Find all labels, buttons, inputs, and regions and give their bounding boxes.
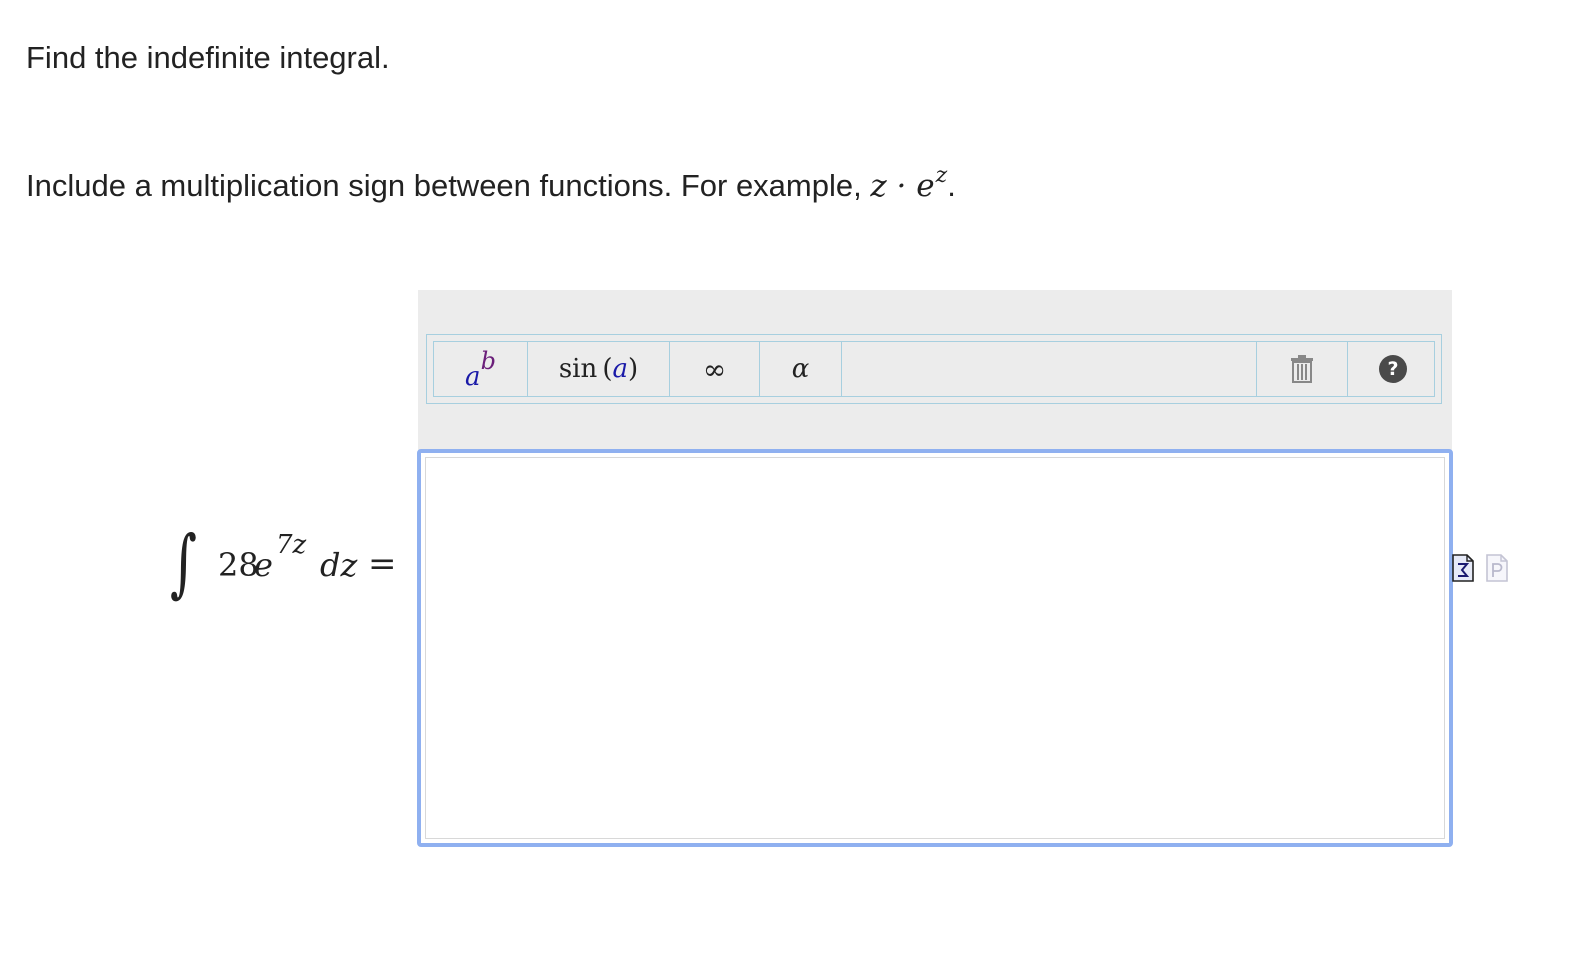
integral-sign: ∫	[170, 520, 197, 606]
alpha-icon: α	[791, 354, 810, 384]
hint-suffix: .	[947, 168, 956, 203]
trash-icon	[1291, 355, 1313, 383]
hint-example-exponent: z	[935, 163, 948, 188]
power-exponent-label: b	[480, 347, 496, 375]
help-icon: ?	[1379, 355, 1407, 383]
power-template-button[interactable]: ab	[434, 342, 528, 396]
question-instruction: Find the indefinite integral.	[26, 40, 390, 75]
integrand-exponent: 7z	[276, 530, 307, 560]
infinity-button[interactable]: ∞	[670, 342, 760, 396]
equals-sign: =	[368, 544, 397, 584]
answer-input-box[interactable]	[417, 449, 1453, 847]
integrand-differential: dz	[320, 546, 358, 584]
toolbar-inner: ab sin (a) ∞ α ?	[433, 341, 1435, 397]
answer-input[interactable]	[425, 457, 1445, 839]
help-button[interactable]: ?	[1348, 342, 1438, 396]
trig-close-paren: )	[628, 354, 639, 384]
power-base-label: a	[465, 362, 481, 392]
equation-editor-icon[interactable]	[1452, 552, 1474, 582]
integrand-coefficient: 28	[218, 546, 259, 584]
trig-function-label: sin	[558, 354, 598, 384]
question-hint: Include a multiplication sign between fu…	[26, 163, 956, 208]
integrand-base: e	[254, 546, 273, 584]
hint-text: Include a multiplication sign between fu…	[26, 168, 871, 203]
greek-letters-button[interactable]: α	[760, 342, 842, 396]
trig-function-button[interactable]: sin (a)	[528, 342, 670, 396]
hint-example-base: z · e	[870, 168, 935, 204]
power-template-icon: ab	[465, 347, 496, 392]
trig-argument-label: a	[612, 354, 628, 384]
clear-button[interactable]	[1256, 342, 1348, 396]
trig-open-paren: (	[602, 354, 613, 384]
hint-example-math: z · ez	[870, 163, 947, 204]
integral-expression: ∫ 28 e 7z dz =	[170, 520, 410, 622]
plain-text-editor-icon[interactable]	[1486, 552, 1508, 582]
infinity-icon: ∞	[702, 352, 727, 386]
equation-toolbar: ab sin (a) ∞ α ?	[426, 334, 1442, 404]
